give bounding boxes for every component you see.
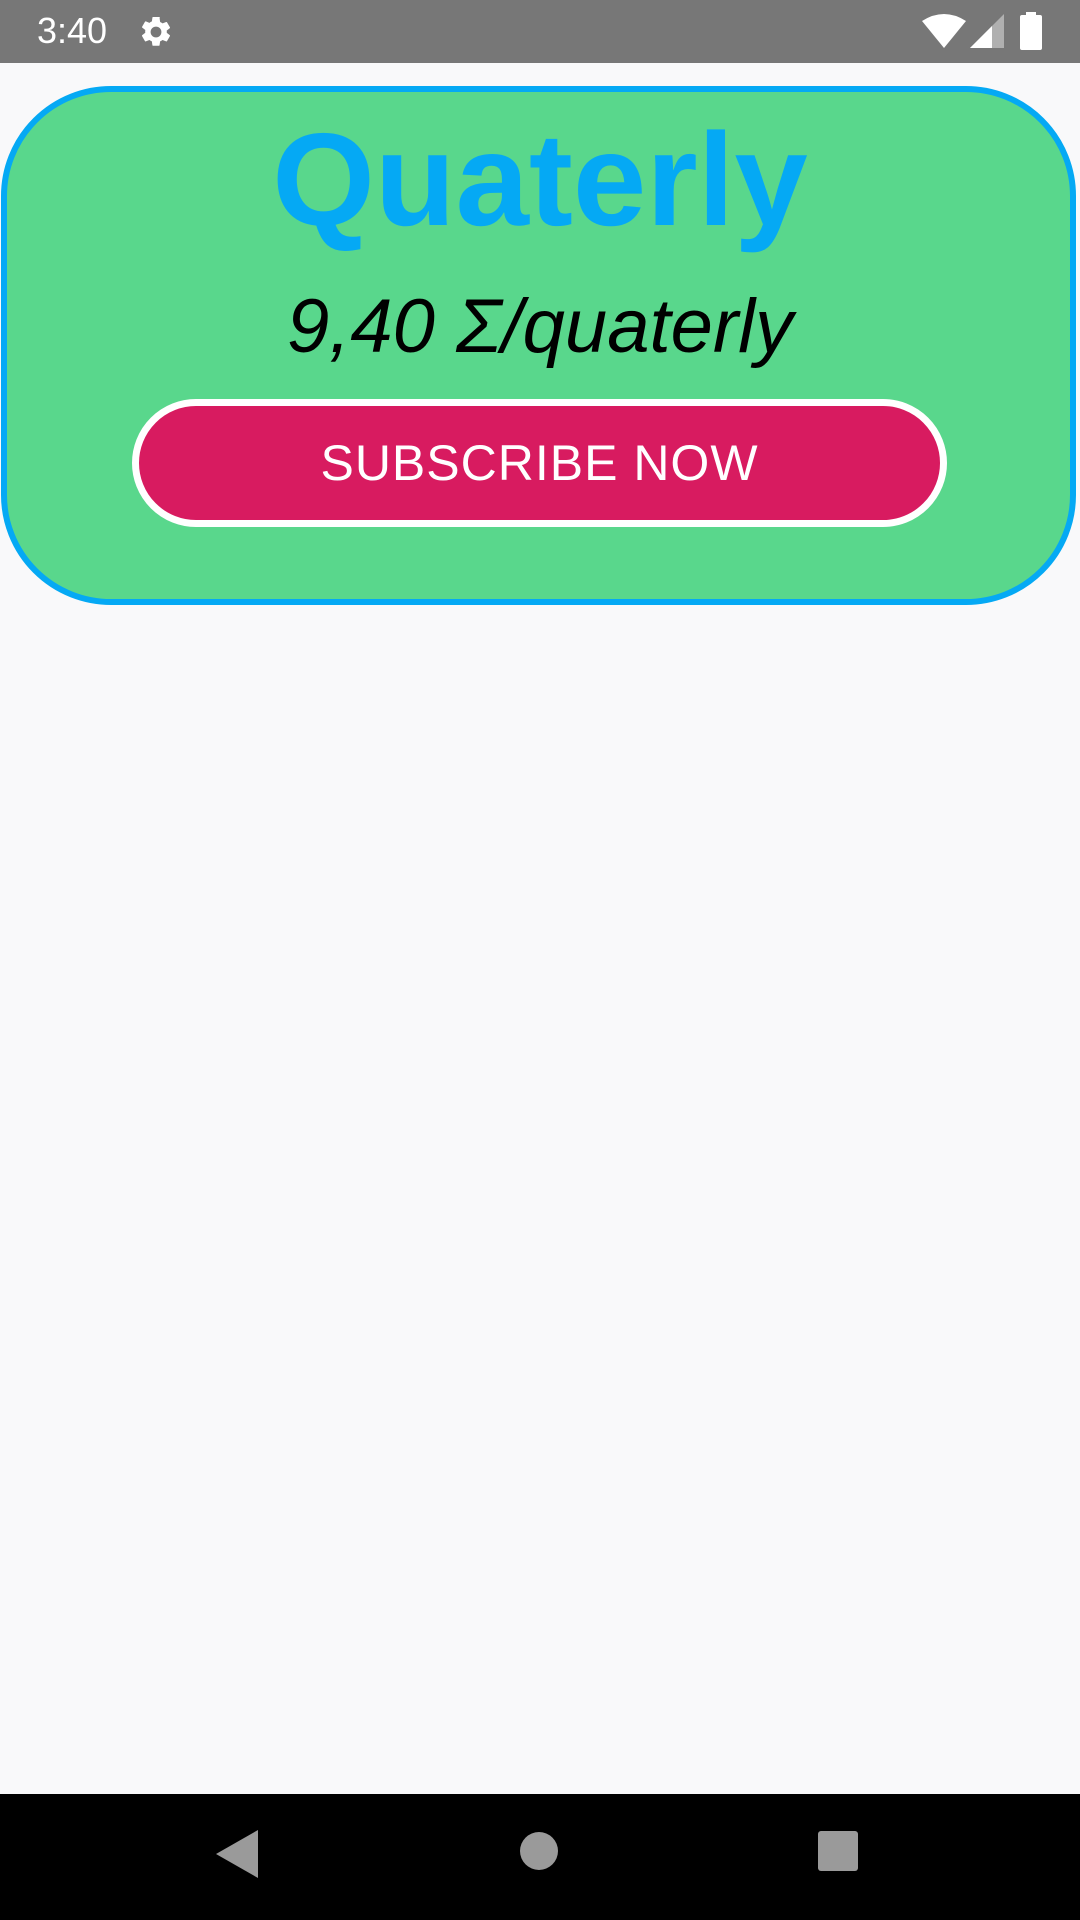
home-icon[interactable]: [519, 1831, 559, 1871]
gear-icon: [141, 16, 171, 46]
recents-icon[interactable]: [818, 1831, 858, 1871]
wifi-icon: [922, 14, 966, 48]
status-bar: 3:40: [0, 0, 1080, 63]
signal-icon: [970, 14, 1004, 48]
back-icon[interactable]: [216, 1830, 258, 1878]
plan-title: Quaterly: [272, 106, 808, 253]
status-time: 3:40: [37, 10, 108, 51]
plan-price: 9,40 Σ/quaterly: [286, 284, 794, 369]
subscribe-now-button[interactable]: SUBSCRIBE NOW: [132, 399, 947, 527]
navigation-bar: [0, 1794, 1080, 1920]
battery-icon: [1020, 12, 1042, 50]
